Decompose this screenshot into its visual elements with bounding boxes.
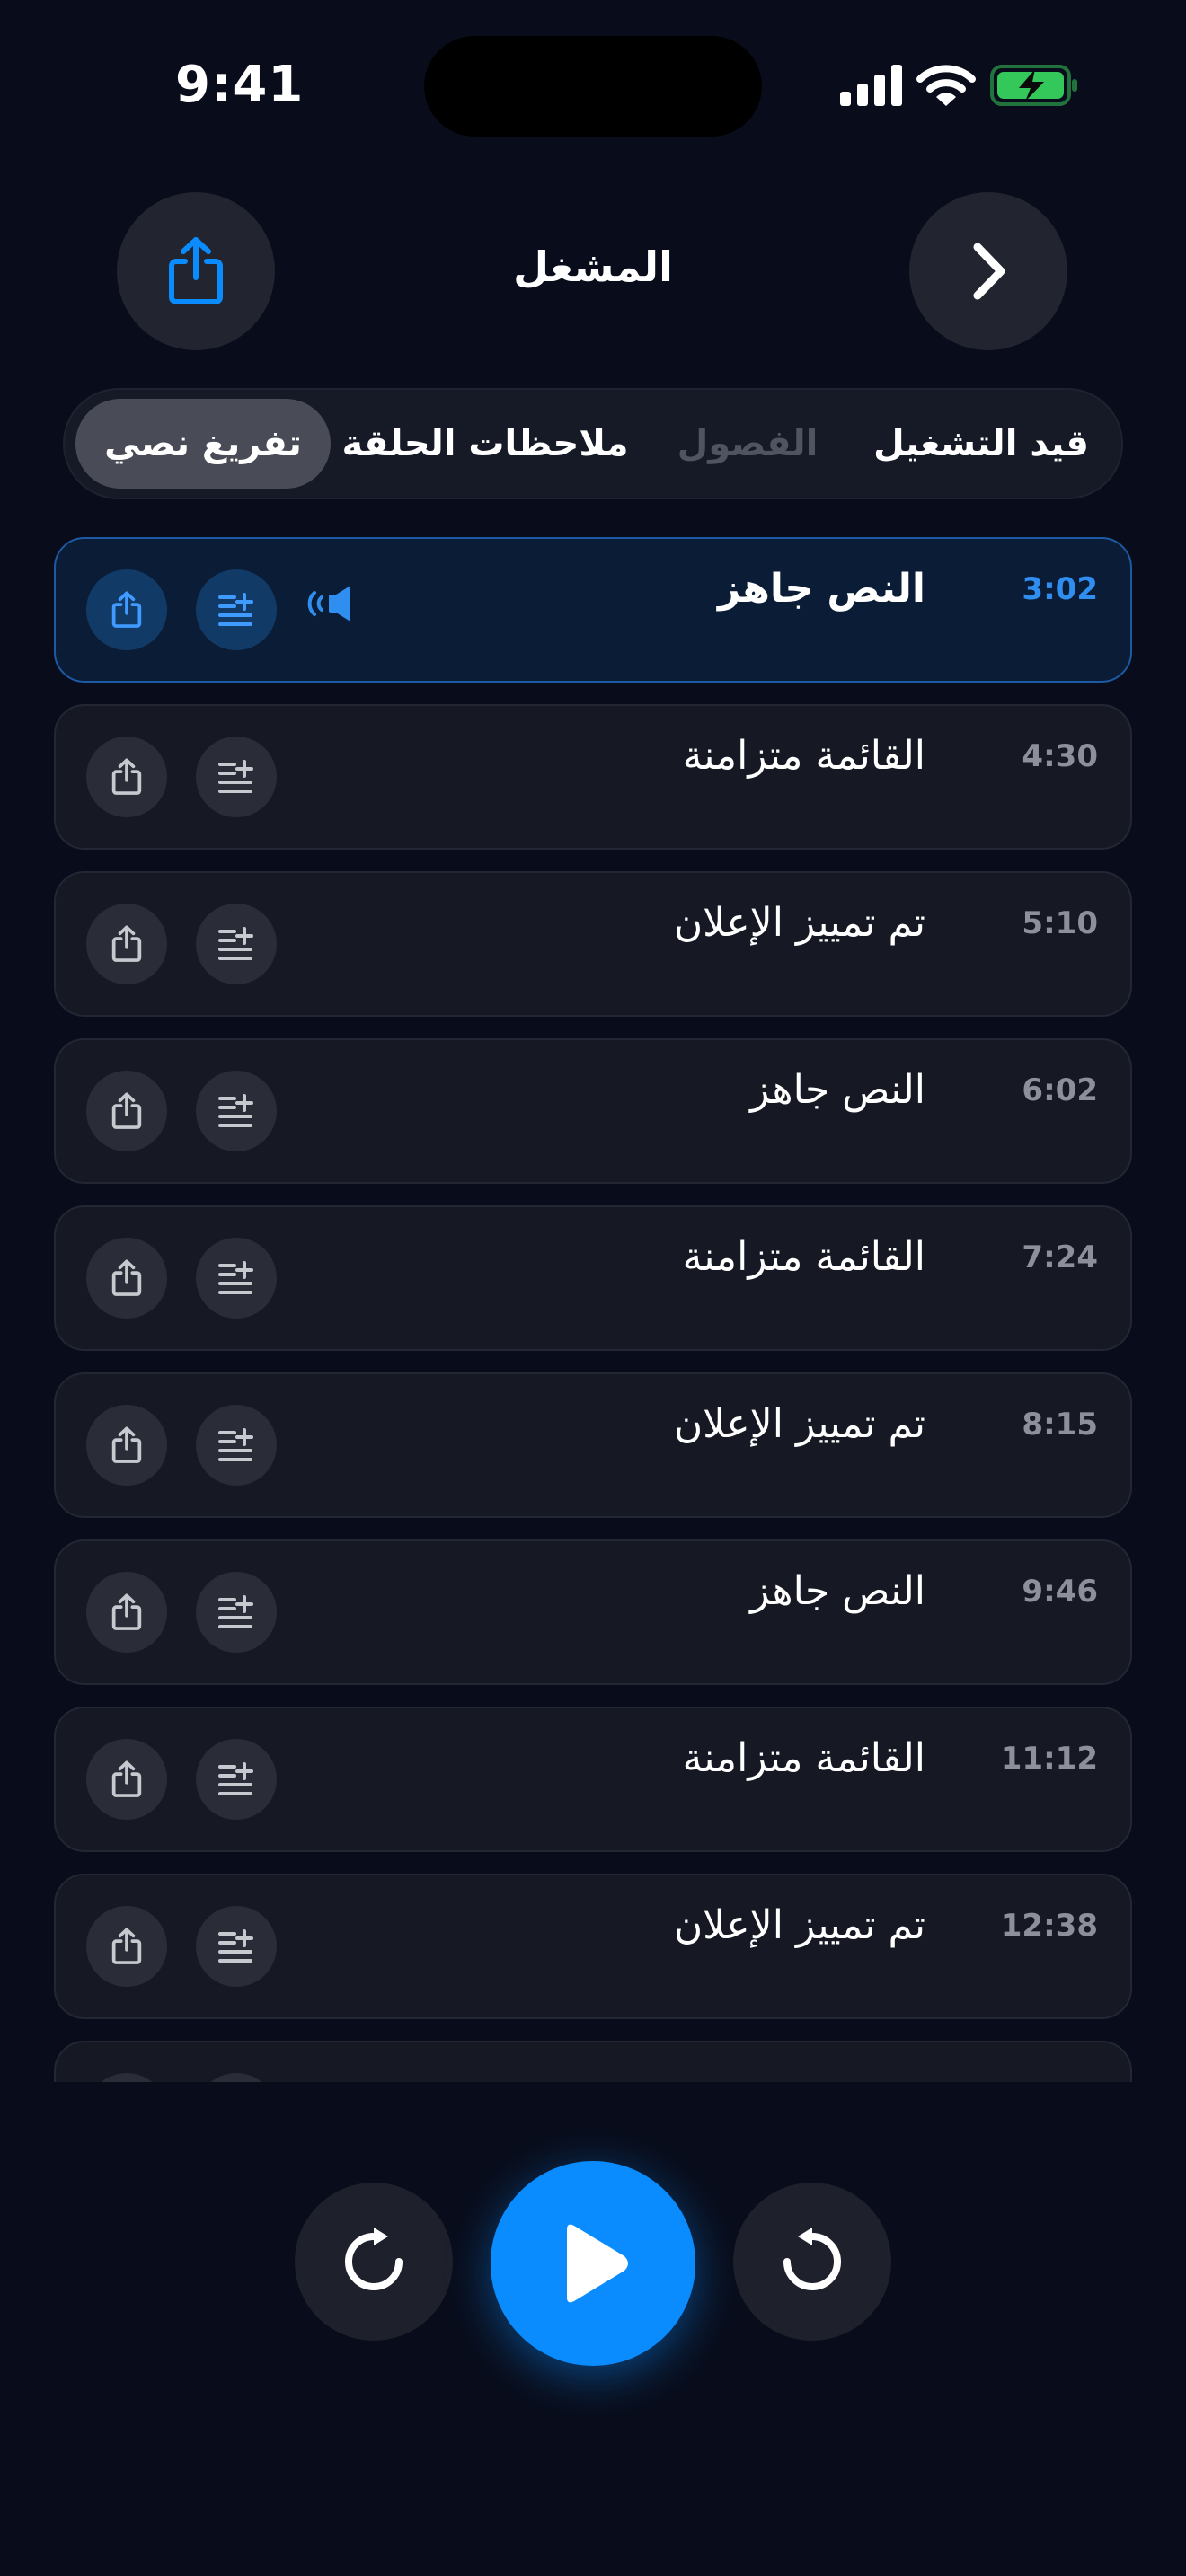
transcript-row-partial[interactable] [54,2041,1132,2082]
player-tabs: قيد التشغيل الفصول ملاحظات الحلقة تفريغ … [63,388,1123,499]
back-button[interactable] [909,192,1067,350]
transcript-list[interactable]: 3:02 النص جاهز 4:30 القائمة متزامنة 5:10… [54,537,1132,2082]
share-icon [111,758,142,795]
skip-forward-button[interactable] [733,2183,891,2341]
status-time: 9:41 [175,56,305,114]
skip-back-button[interactable] [295,2183,453,2341]
add-to-queue-icon [218,1595,253,1628]
share-icon [111,591,142,628]
row-share-button[interactable] [86,904,167,984]
row-title: تم تمييز الإعلان [673,1902,925,1948]
add-to-queue-button[interactable] [196,1906,277,1987]
row-title: النص جاهز [717,566,925,612]
add-to-queue-button[interactable] [196,569,277,650]
share-icon [111,1092,142,1129]
row-timestamp: 9:46 [1022,1574,1098,1610]
add-to-queue-button[interactable] [196,1238,277,1319]
add-to-queue-icon [218,760,253,793]
share-button[interactable] [117,192,275,350]
add-to-queue-icon [218,1094,253,1127]
add-to-queue-button[interactable] [196,737,277,817]
play-icon [567,2224,628,2303]
play-button[interactable] [491,2161,695,2366]
transcript-row[interactable]: 6:02 النص جاهز [54,1038,1132,1184]
add-to-queue-icon [218,1261,253,1294]
row-title: تم تمييز الإعلان [673,900,925,946]
transcript-row[interactable]: 8:15 تم تمييز الإعلان [54,1372,1132,1518]
share-icon [111,1593,142,1630]
row-timestamp: 3:02 [1022,571,1098,607]
add-to-queue-button[interactable] [196,1071,277,1151]
chevron-right-icon [973,243,1005,300]
tab-episode-notes[interactable]: ملاحظات الحلقة [331,399,640,489]
status-bar: 9:41 [0,0,1186,171]
row-title: القائمة متزامنة [682,1234,925,1280]
row-timestamp: 6:02 [1022,1072,1098,1108]
row-share-button[interactable] [86,2073,167,2082]
share-icon [111,925,142,962]
transcript-row[interactable]: 7:24 القائمة متزامنة [54,1205,1132,1351]
row-timestamp: 7:24 [1022,1239,1098,1275]
add-to-queue-icon [218,1762,253,1795]
share-icon [111,1426,142,1463]
row-timestamp: 8:15 [1022,1407,1098,1442]
row-share-button[interactable] [86,1071,167,1151]
speaker-wave-icon [307,586,350,622]
transcript-row[interactable]: 12:38 تم تمييز الإعلان [54,1874,1132,2019]
tab-chapters[interactable]: الفصول [640,399,855,489]
row-timestamp: 11:12 [1000,1741,1098,1777]
forward-icon [783,2228,841,2290]
wifi-icon [916,65,976,106]
row-share-button[interactable] [86,1238,167,1319]
share-icon [111,1928,142,1964]
row-share-button[interactable] [86,1572,167,1653]
add-to-queue-icon [218,1428,253,1461]
share-icon [169,237,223,304]
transcript-row[interactable]: 3:02 النص جاهز [54,537,1132,683]
row-timestamp: 5:10 [1022,905,1098,941]
add-to-queue-icon [218,593,253,626]
row-timestamp: 4:30 [1022,738,1098,774]
battery-charging-icon [990,65,1077,106]
add-to-queue-icon [218,927,253,960]
row-title: النص جاهز [750,1067,925,1113]
add-to-queue-button[interactable] [196,1739,277,1820]
playback-controls [0,2147,1186,2380]
add-to-queue-button[interactable] [196,1572,277,1653]
row-timestamp: 12:38 [1000,1908,1098,1944]
rewind-icon [345,2228,403,2290]
transcript-row[interactable]: 5:10 تم تمييز الإعلان [54,871,1132,1017]
add-to-queue-icon [218,1929,253,1963]
add-to-queue-button[interactable] [196,1405,277,1486]
row-title: القائمة متزامنة [682,733,925,779]
dynamic-island [424,36,762,137]
page-title: المشغل [513,243,673,291]
row-share-button[interactable] [86,737,167,817]
transcript-row[interactable]: 11:12 القائمة متزامنة [54,1707,1132,1852]
cellular-signal-icon [840,65,902,106]
row-share-button[interactable] [86,1906,167,1987]
row-title: تم تمييز الإعلان [673,1401,925,1447]
add-to-queue-button[interactable] [196,904,277,984]
transcript-row[interactable]: 9:46 النص جاهز [54,1539,1132,1685]
transcript-row[interactable]: 4:30 القائمة متزامنة [54,704,1132,850]
row-share-button[interactable] [86,1405,167,1486]
player-header: المشغل [0,189,1186,350]
share-icon [111,1760,142,1797]
share-icon [111,1259,142,1296]
tab-now-playing[interactable]: قيد التشغيل [855,399,1107,489]
add-to-queue-button[interactable] [196,2073,277,2082]
tab-transcript[interactable]: تفريغ نصي [75,399,331,489]
row-title: النص جاهز [750,1568,925,1614]
row-share-button[interactable] [86,1739,167,1820]
row-share-button[interactable] [86,569,167,650]
row-title: القائمة متزامنة [682,1735,925,1781]
